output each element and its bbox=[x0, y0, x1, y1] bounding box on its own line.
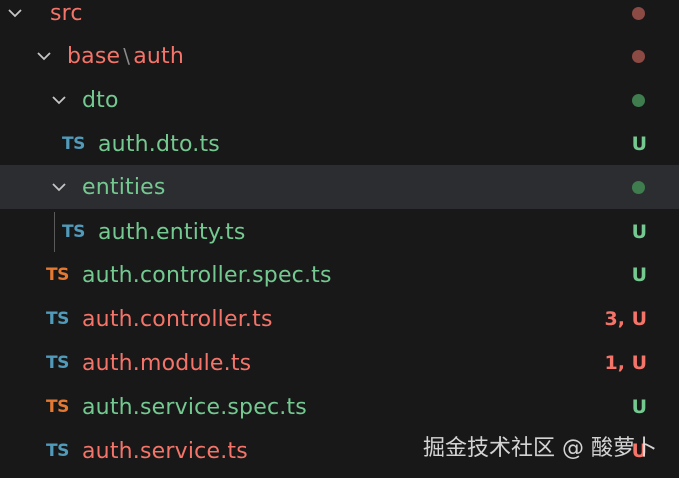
typescript-file-icon: TS bbox=[46, 353, 69, 373]
folder-label: entities bbox=[82, 174, 166, 200]
chevron-down-icon[interactable] bbox=[5, 3, 25, 23]
file-label: auth.service.ts bbox=[82, 438, 248, 464]
file-label: auth.entity.ts bbox=[98, 219, 246, 245]
folder-label-part-auth: auth bbox=[133, 43, 184, 69]
chevron-down-icon[interactable] bbox=[34, 46, 54, 66]
folder-dto[interactable]: dto bbox=[0, 78, 679, 122]
typescript-test-file-icon: TS bbox=[46, 265, 69, 285]
git-status-dot bbox=[632, 49, 645, 63]
file-auth-entity[interactable]: TS auth.entity.ts U bbox=[0, 210, 679, 254]
git-status-badge: U bbox=[631, 396, 647, 418]
file-label: auth.service.spec.ts bbox=[82, 394, 307, 420]
file-auth-controller[interactable]: TS auth.controller.ts 3, U bbox=[0, 297, 679, 341]
path-separator: \ bbox=[123, 43, 131, 68]
typescript-test-file-icon: TS bbox=[46, 397, 69, 417]
file-auth-controller-spec[interactable]: TS auth.controller.spec.ts U bbox=[0, 253, 679, 297]
git-status-badge: U bbox=[631, 133, 647, 155]
file-auth-dto[interactable]: TS auth.dto.ts U bbox=[0, 122, 679, 166]
file-label: auth.dto.ts bbox=[98, 131, 220, 157]
git-status-badge: U bbox=[631, 221, 647, 243]
chevron-down-icon[interactable] bbox=[49, 90, 69, 110]
file-label: auth.controller.spec.ts bbox=[82, 262, 332, 288]
folder-label-part-base: base bbox=[67, 43, 121, 69]
git-status-dot bbox=[632, 6, 645, 20]
folder-label: src bbox=[50, 0, 83, 26]
git-status-dot bbox=[632, 93, 645, 107]
typescript-file-icon: TS bbox=[46, 441, 69, 461]
git-status-badge: 3, U bbox=[604, 308, 647, 330]
file-label: auth.controller.ts bbox=[82, 306, 273, 332]
watermark-text: 掘金技术社区 @ 酸萝卜 bbox=[423, 436, 657, 461]
typescript-file-icon: TS bbox=[62, 134, 85, 154]
file-auth-module[interactable]: TS auth.module.ts 1, U bbox=[0, 341, 679, 385]
chevron-down-icon[interactable] bbox=[49, 177, 69, 197]
folder-entities[interactable]: entities bbox=[0, 165, 679, 209]
folder-base-auth[interactable]: base \ auth bbox=[0, 34, 679, 78]
typescript-file-icon: TS bbox=[62, 222, 85, 242]
file-label: auth.module.ts bbox=[82, 350, 252, 376]
folder-src[interactable]: src bbox=[0, 0, 679, 35]
folder-label: dto bbox=[82, 87, 119, 113]
git-status-badge: 1, U bbox=[604, 352, 647, 374]
typescript-file-icon: TS bbox=[46, 309, 69, 329]
git-status-badge: U bbox=[631, 264, 647, 286]
file-auth-service-spec[interactable]: TS auth.service.spec.ts U bbox=[0, 385, 679, 429]
folder-label: base \ auth bbox=[67, 44, 184, 69]
git-status-dot bbox=[632, 180, 645, 194]
